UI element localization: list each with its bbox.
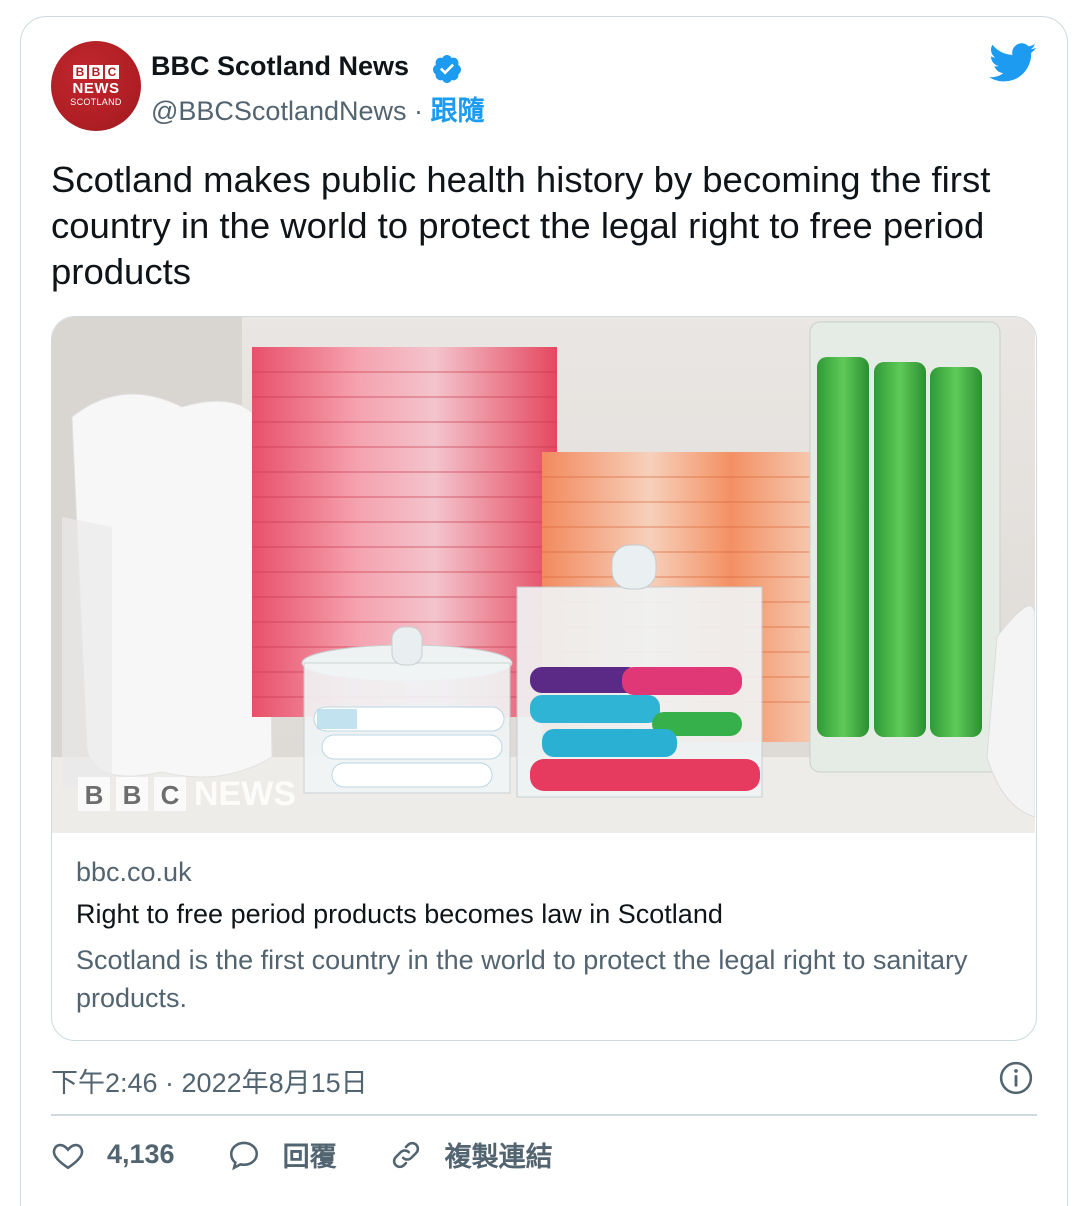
watermark-letter: B	[85, 780, 104, 810]
avatar-letter: B	[73, 64, 87, 79]
divider	[51, 1114, 1037, 1116]
reply-label: 回覆	[282, 1142, 337, 1172]
author-handle-row: @BBCScotlandNews · 跟隨	[151, 89, 485, 128]
reply-bubble-icon	[229, 1141, 258, 1170]
avatar-bbc-logo: B B C	[73, 64, 119, 79]
like-count: 4,136	[107, 1139, 175, 1169]
verified-badge-icon	[432, 55, 461, 83]
link-description: Scotland is the first country in the wor…	[76, 945, 968, 1013]
link-preview-text: bbc.co.uk Right to free period products …	[76, 857, 1006, 1017]
tweet-card: B B C NEWS SCOTLAND BBC Scotland News @B…	[20, 16, 1068, 1206]
action-bar: 4,136 回覆 複製連結	[51, 1135, 605, 1174]
twitter-bird-icon[interactable]	[989, 43, 1037, 83]
link-title: Right to free period products becomes la…	[76, 899, 723, 929]
copy-link-button[interactable]: 複製連結	[389, 1135, 553, 1174]
avatar-letter: B	[89, 64, 103, 79]
avatar-letter: C	[105, 64, 119, 79]
watermark-letter: C	[161, 780, 180, 810]
link-domain: bbc.co.uk	[76, 857, 192, 887]
watermark-news: NEWS	[194, 775, 296, 813]
author-handle[interactable]: @BBCScotlandNews	[151, 96, 407, 126]
reply-button[interactable]: 回覆	[227, 1135, 337, 1174]
like-button[interactable]: 4,136	[51, 1138, 175, 1172]
link-preview-card[interactable]: B B C NEWS bbc.co.uk Right to free perio…	[51, 316, 1037, 1041]
watermark-letter: B	[123, 780, 142, 810]
avatar-region-text: SCOTLAND	[70, 96, 122, 107]
info-icon[interactable]	[999, 1061, 1033, 1095]
author-name[interactable]: BBC Scotland News	[151, 51, 409, 82]
heart-icon	[52, 1143, 84, 1169]
copy-link-label: 複製連結	[444, 1142, 553, 1172]
link-preview-image: B B C NEWS	[52, 317, 1035, 833]
follow-button[interactable]: 跟隨	[431, 96, 485, 126]
tweet-text: Scotland makes public health history by …	[51, 159, 991, 292]
link-icon	[392, 1141, 419, 1168]
avatar-news-text: NEWS	[72, 79, 120, 97]
avatar[interactable]: B B C NEWS SCOTLAND	[51, 41, 141, 131]
separator-dot: ·	[414, 96, 424, 126]
tweet-timestamp[interactable]: 下午2:46 · 2022年8月15日	[51, 1061, 368, 1100]
